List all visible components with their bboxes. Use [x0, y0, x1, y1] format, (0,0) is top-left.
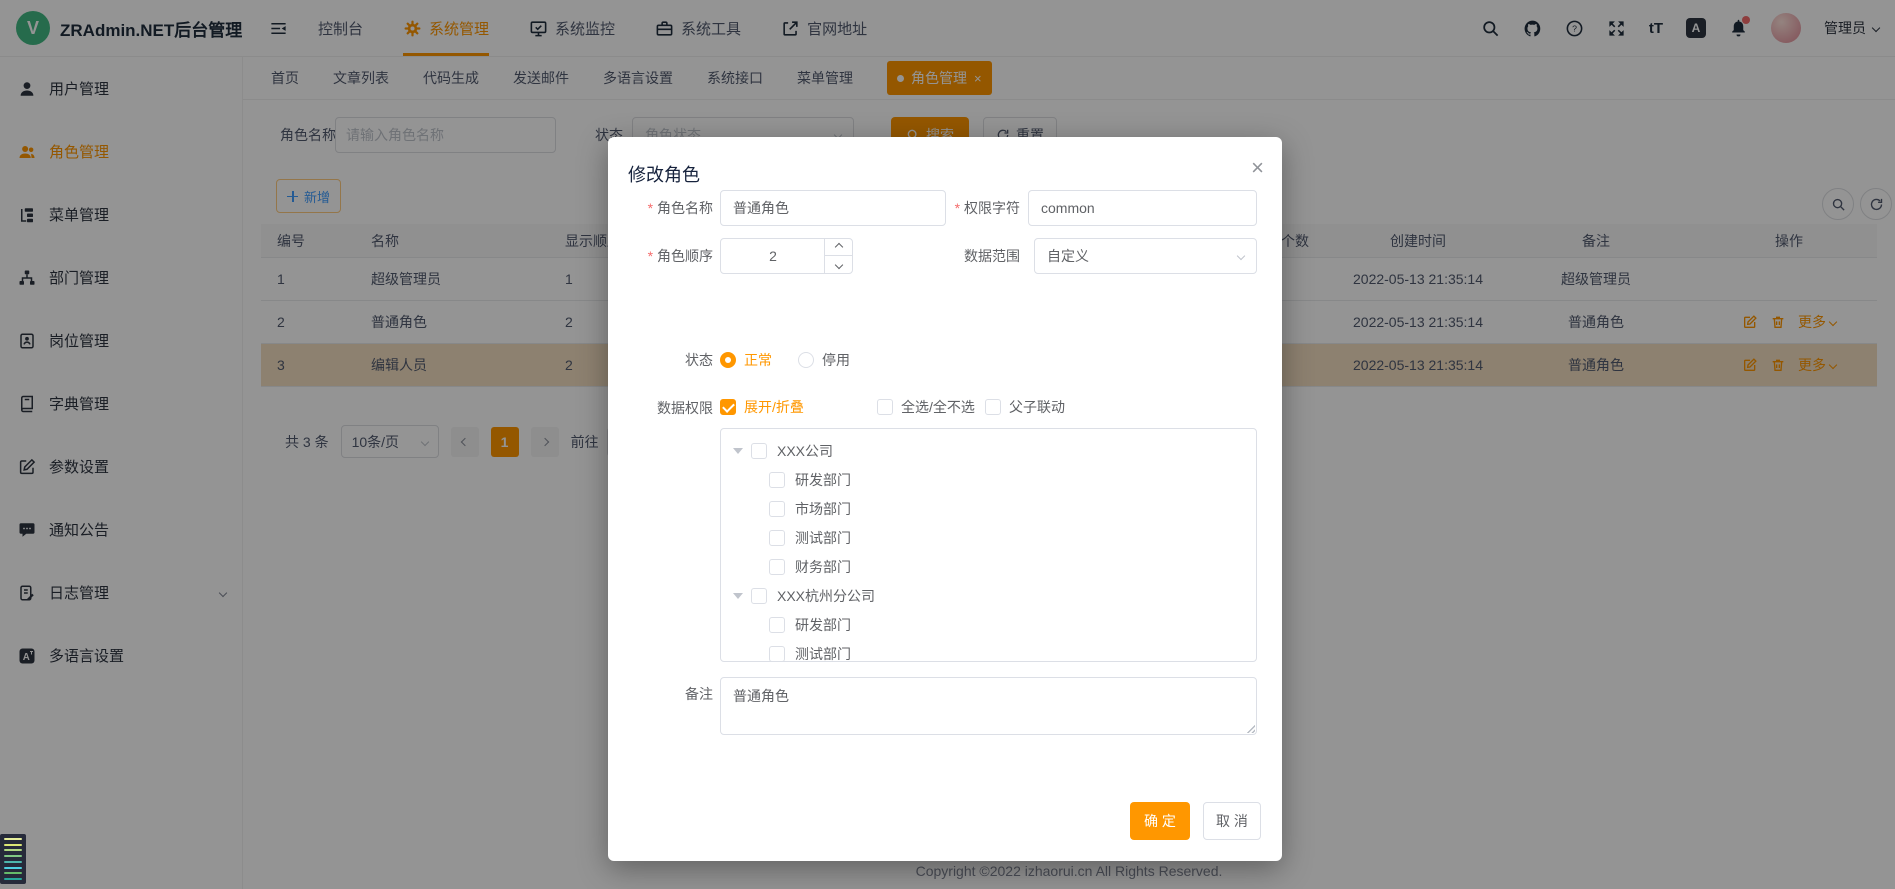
- tree-checkbox[interactable]: [769, 501, 785, 517]
- tree-node[interactable]: 市场部门: [721, 494, 1256, 523]
- tree-node[interactable]: 研发部门: [721, 465, 1256, 494]
- edit-role-dialog: 修改角色 × 角色名称 权限字符 角色顺序 2 数据范围 自定义 状态 正常 停…: [608, 137, 1282, 861]
- role-key-field[interactable]: [1028, 190, 1257, 226]
- tree-checkbox[interactable]: [769, 472, 785, 488]
- role-sort-field-label: 角色顺序: [608, 238, 713, 274]
- tree-node[interactable]: 测试部门: [721, 523, 1256, 552]
- tree-checkbox[interactable]: [769, 530, 785, 546]
- caret-down-icon[interactable]: [733, 593, 743, 604]
- close-icon[interactable]: ×: [1251, 157, 1264, 179]
- status-field-label: 状态: [608, 342, 713, 378]
- select-all-checkbox[interactable]: 全选/全不选: [877, 397, 975, 417]
- expand-collapse-checkbox[interactable]: 展开/折叠: [720, 397, 804, 417]
- confirm-button[interactable]: 确 定: [1130, 802, 1190, 840]
- caret-down-icon[interactable]: [733, 448, 743, 459]
- radio-checked-icon: [720, 352, 736, 368]
- decrement-button[interactable]: [825, 256, 852, 273]
- tree-node[interactable]: XXX杭州分公司: [721, 581, 1256, 610]
- data-permission-label: 数据权限: [608, 390, 713, 426]
- radio-disabled[interactable]: 停用: [798, 350, 850, 370]
- tree-checkbox[interactable]: [751, 588, 767, 604]
- chevron-down-icon: [834, 260, 842, 268]
- checkbox-icon: [985, 399, 1001, 415]
- cancel-button[interactable]: 取 消: [1203, 802, 1261, 840]
- tree-node[interactable]: XXX公司: [721, 436, 1256, 465]
- data-scope-field-label: 数据范围: [908, 238, 1020, 274]
- tree-checkbox[interactable]: [769, 617, 785, 633]
- parent-child-link-checkbox[interactable]: 父子联动: [985, 397, 1065, 417]
- tree-checkbox[interactable]: [769, 559, 785, 575]
- tree-node[interactable]: 研发部门: [721, 610, 1256, 639]
- chevron-up-icon: [834, 243, 842, 251]
- department-tree: XXX公司 研发部门 市场部门 测试部门 财务部门 XXX杭州分公司 研发部门: [720, 428, 1257, 662]
- dialog-title: 修改角色: [628, 161, 700, 187]
- role-key-field-label: 权限字符: [908, 190, 1020, 226]
- data-scope-select[interactable]: 自定义: [1034, 238, 1257, 274]
- chevron-down-icon: [1237, 252, 1245, 260]
- role-sort-stepper[interactable]: 2: [720, 238, 853, 274]
- role-name-field-label: 角色名称: [608, 190, 713, 226]
- tree-checkbox[interactable]: [769, 646, 785, 662]
- tree-checkbox[interactable]: [751, 443, 767, 459]
- tree-option-checkboxes: 展开/折叠 全选/全不选 父子联动: [720, 397, 1257, 419]
- remark-field-label: 备注: [608, 683, 713, 705]
- radio-normal[interactable]: 正常: [720, 350, 772, 370]
- checkbox-icon: [877, 399, 893, 415]
- checkbox-checked-icon: [720, 399, 736, 415]
- status-radio-group: 正常 停用: [720, 349, 850, 371]
- radio-unchecked-icon: [798, 352, 814, 368]
- tree-node[interactable]: 测试部门: [721, 639, 1256, 662]
- perf-monitor-widget[interactable]: [0, 834, 26, 884]
- tree-node[interactable]: 财务部门: [721, 552, 1256, 581]
- increment-button[interactable]: [825, 239, 852, 256]
- remark-textarea[interactable]: 普通角色: [720, 677, 1257, 735]
